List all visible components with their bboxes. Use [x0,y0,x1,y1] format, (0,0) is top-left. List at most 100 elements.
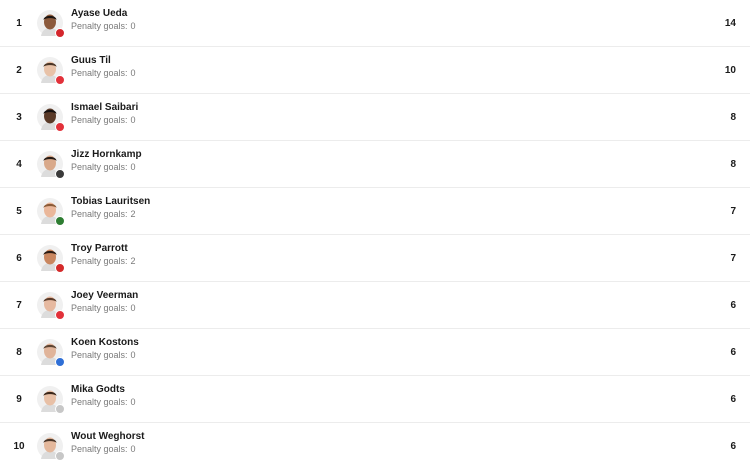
penalty-goals: Penalty goals: 0 [71,349,139,361]
player-avatar[interactable] [37,245,65,273]
player-info: Koen Kostons Penalty goals: 0 [71,336,139,361]
player-info: Guus Til Penalty goals: 0 [71,54,136,79]
rank-number: 7 [16,299,22,311]
rank-number: 6 [16,252,22,264]
penalty-goals: Penalty goals: 0 [71,302,138,314]
club-badge-icon [55,404,65,414]
player-name[interactable]: Wout Weghorst [71,430,145,443]
penalty-goals-value: 2 [130,209,136,219]
player-name[interactable]: Ismael Saibari [71,101,138,114]
penalty-goals-label: Penalty goals: [71,256,128,266]
club-badge-icon [55,263,65,273]
player-name[interactable]: Troy Parrott [71,242,136,255]
penalty-goals-label: Penalty goals: [71,68,128,78]
player-avatar[interactable] [37,292,65,320]
goals-count: 7 [730,205,736,217]
player-avatar[interactable] [37,433,65,461]
player-info: Troy Parrott Penalty goals: 2 [71,242,136,267]
goals-count: 7 [730,252,736,264]
penalty-goals: Penalty goals: 0 [71,67,136,79]
penalty-goals-label: Penalty goals: [71,303,128,313]
penalty-goals: Penalty goals: 0 [71,114,138,126]
penalty-goals-label: Penalty goals: [71,350,128,360]
penalty-goals-value: 0 [130,115,136,125]
player-info: Ismael Saibari Penalty goals: 0 [71,101,138,126]
rank-number: 4 [16,158,22,170]
penalty-goals-value: 0 [130,303,136,313]
player-name[interactable]: Tobias Lauritsen [71,195,150,208]
club-badge-icon [55,451,65,461]
player-info: Jizz Hornkamp Penalty goals: 0 [71,148,142,173]
player-avatar[interactable] [37,386,65,414]
player-name[interactable]: Ayase Ueda [71,7,136,20]
player-row[interactable]: 3 Ismael Saibari Penalty goals: 0 8 [0,94,750,141]
club-badge-icon [55,75,65,85]
penalty-goals-label: Penalty goals: [71,397,128,407]
player-info: Wout Weghorst Penalty goals: 0 [71,430,145,455]
player-row[interactable]: 4 Jizz Hornkamp Penalty goals: 0 8 [0,141,750,188]
club-badge-icon [55,28,65,38]
player-avatar[interactable] [37,198,65,226]
penalty-goals-value: 0 [130,68,136,78]
rank-number: 1 [16,17,22,29]
goals-count: 14 [724,17,736,29]
penalty-goals-label: Penalty goals: [71,115,128,125]
player-name[interactable]: Guus Til [71,54,136,67]
penalty-goals: Penalty goals: 0 [71,443,145,455]
penalty-goals: Penalty goals: 2 [71,255,136,267]
penalty-goals: Penalty goals: 0 [71,396,136,408]
goals-count: 8 [730,111,736,123]
penalty-goals-value: 0 [130,162,136,172]
rank-number: 3 [16,111,22,123]
club-badge-icon [55,357,65,367]
rank-number: 9 [16,393,22,405]
goals-count: 6 [730,393,736,405]
player-avatar[interactable] [37,10,65,38]
player-info: Joey Veerman Penalty goals: 0 [71,289,138,314]
rank-number: 10 [13,440,25,452]
player-avatar[interactable] [37,151,65,179]
penalty-goals-value: 2 [130,256,136,266]
club-badge-icon [55,310,65,320]
player-name[interactable]: Jizz Hornkamp [71,148,142,161]
player-row[interactable]: 9 Mika Godts Penalty goals: 0 6 [0,376,750,423]
goals-count: 8 [730,158,736,170]
player-info: Ayase Ueda Penalty goals: 0 [71,7,136,32]
player-row[interactable]: 5 Tobias Lauritsen Penalty goals: 2 7 [0,188,750,235]
club-badge-icon [55,216,65,226]
player-row[interactable]: 10 Wout Weghorst Penalty goals: 0 6 [0,423,750,469]
club-badge-icon [55,169,65,179]
rank-number: 8 [16,346,22,358]
penalty-goals-label: Penalty goals: [71,444,128,454]
goals-count: 6 [730,346,736,358]
player-avatar[interactable] [37,339,65,367]
penalty-goals-label: Penalty goals: [71,209,128,219]
player-row[interactable]: 7 Joey Veerman Penalty goals: 0 6 [0,282,750,329]
goals-count: 6 [730,440,736,452]
player-avatar[interactable] [37,104,65,132]
penalty-goals-value: 0 [130,350,136,360]
penalty-goals: Penalty goals: 0 [71,161,142,173]
penalty-goals-value: 0 [130,21,136,31]
player-info: Tobias Lauritsen Penalty goals: 2 [71,195,150,220]
goals-count: 10 [724,64,736,76]
goals-count: 6 [730,299,736,311]
rank-number: 2 [16,64,22,76]
penalty-goals-value: 0 [130,444,136,454]
penalty-goals: Penalty goals: 2 [71,208,150,220]
penalty-goals: Penalty goals: 0 [71,20,136,32]
top-scorers-list: 1 Ayase Ueda Penalty goals: 0 14 2 Guus Til Pen… [0,0,750,469]
player-info: Mika Godts Penalty goals: 0 [71,383,136,408]
player-name[interactable]: Joey Veerman [71,289,138,302]
player-name[interactable]: Mika Godts [71,383,136,396]
player-row[interactable]: 2 Guus Til Penalty goals: 0 10 [0,47,750,94]
player-name[interactable]: Koen Kostons [71,336,139,349]
rank-number: 5 [16,205,22,217]
player-row[interactable]: 6 Troy Parrott Penalty goals: 2 7 [0,235,750,282]
penalty-goals-label: Penalty goals: [71,21,128,31]
player-row[interactable]: 1 Ayase Ueda Penalty goals: 0 14 [0,0,750,47]
penalty-goals-label: Penalty goals: [71,162,128,172]
player-row[interactable]: 8 Koen Kostons Penalty goals: 0 6 [0,329,750,376]
player-avatar[interactable] [37,57,65,85]
club-badge-icon [55,122,65,132]
